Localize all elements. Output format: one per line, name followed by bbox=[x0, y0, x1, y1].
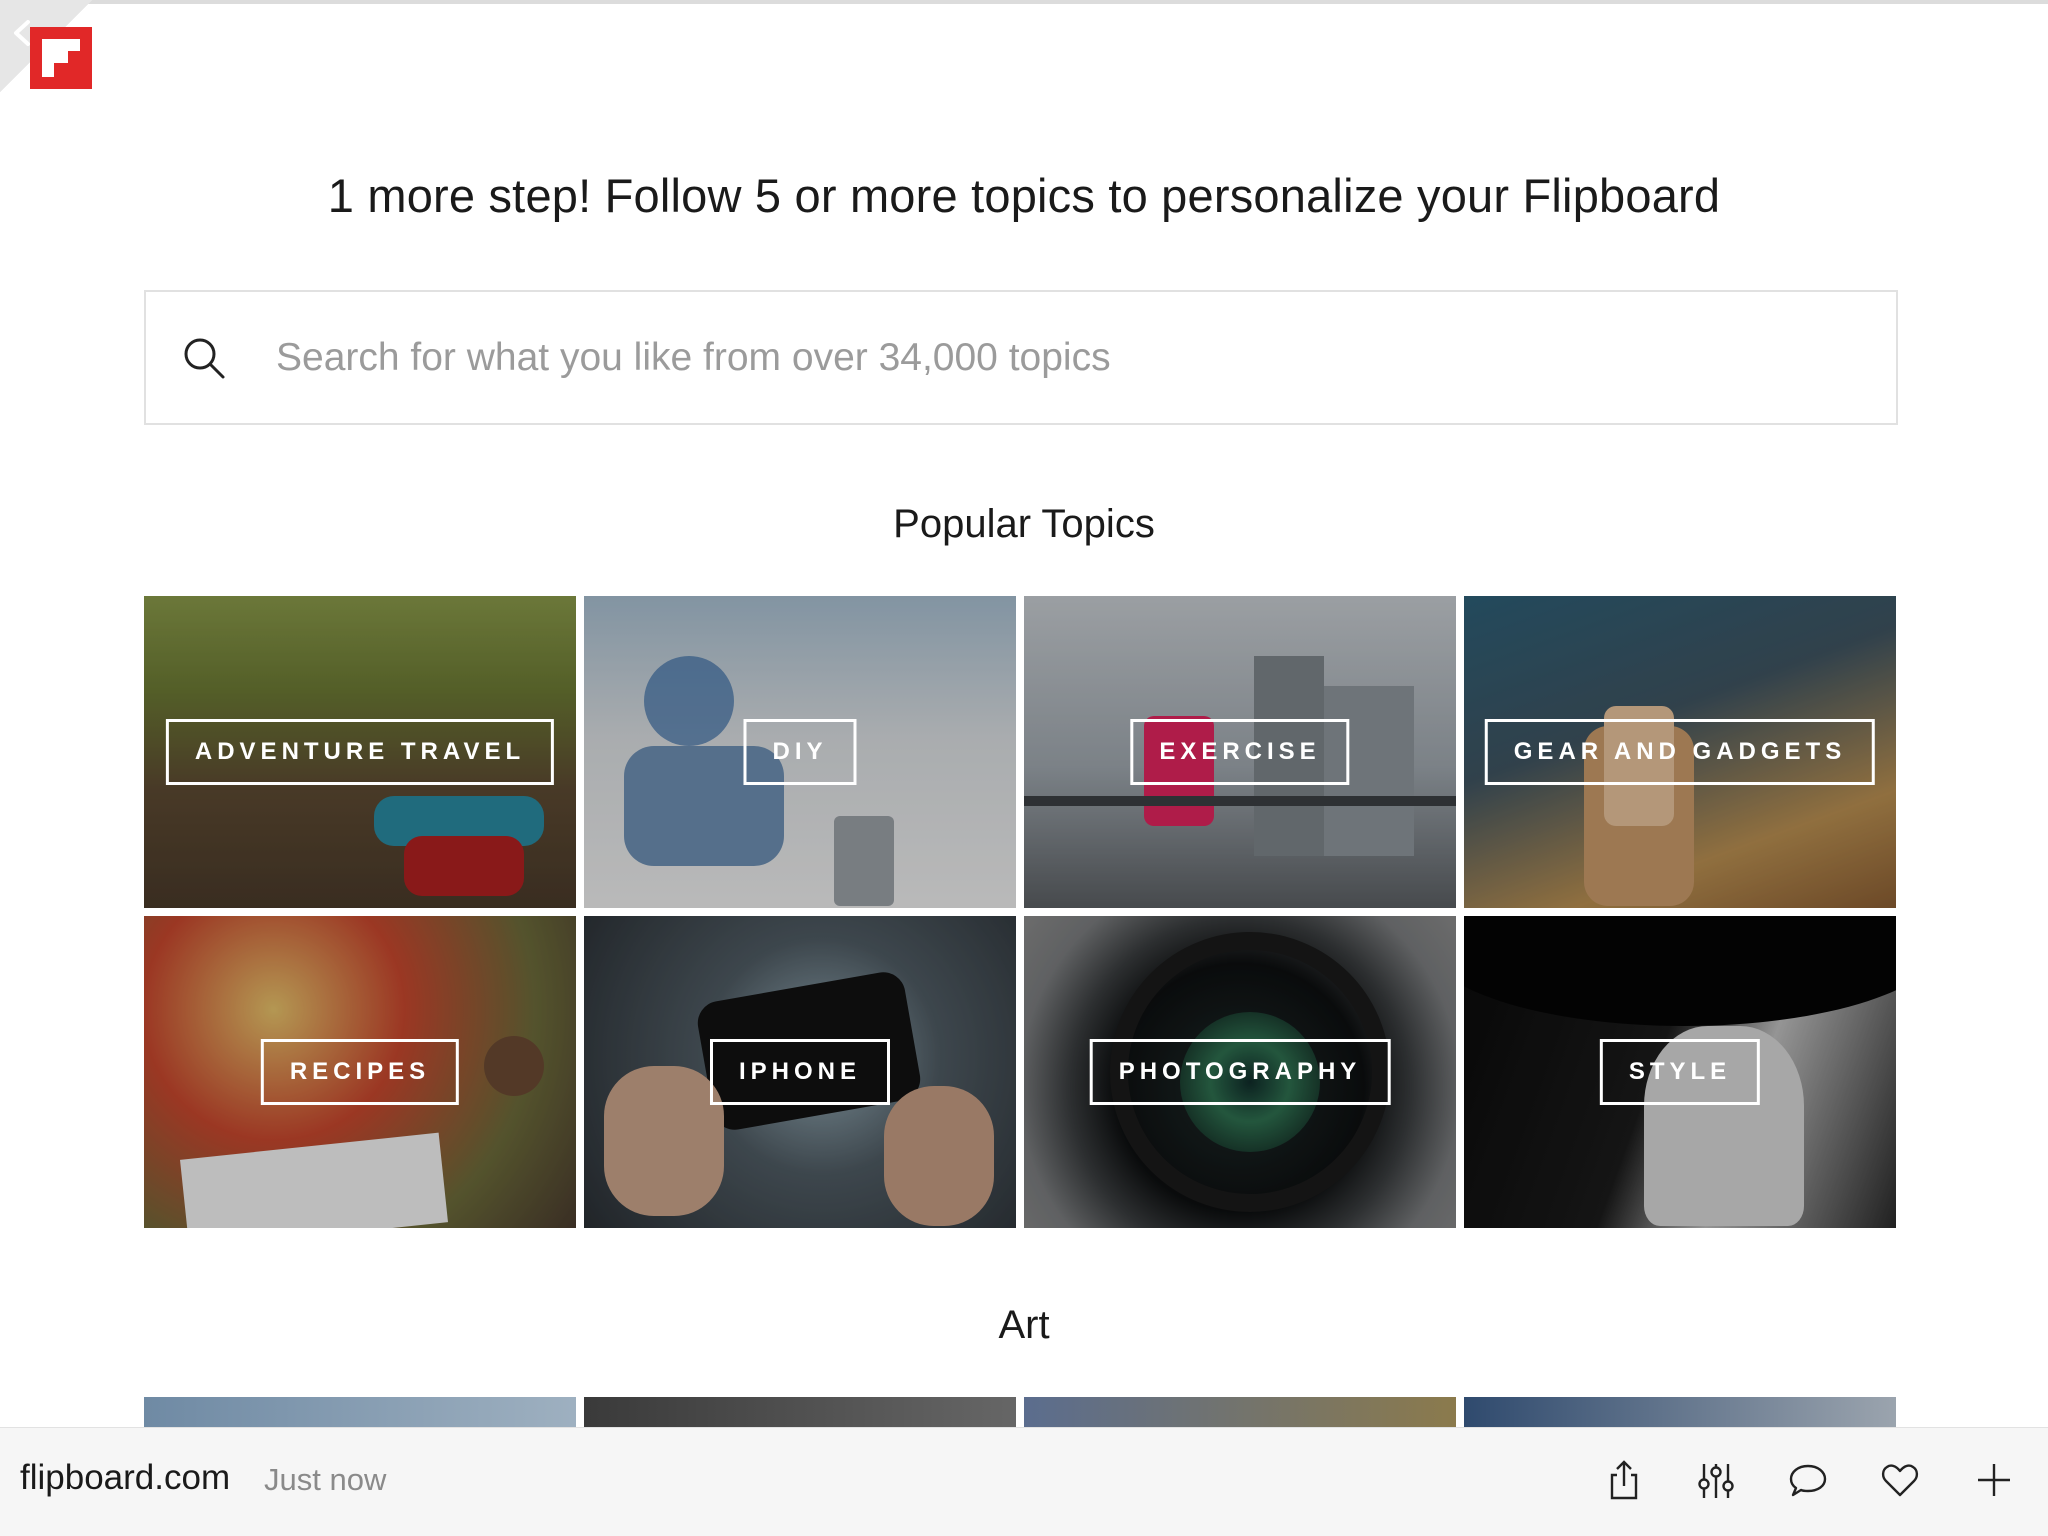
popular-topics-title: Popular Topics bbox=[893, 502, 1155, 546]
topic-label: GEAR AND GADGETS bbox=[1484, 719, 1876, 785]
flipboard-logo bbox=[30, 27, 92, 89]
topic-tile-photography[interactable]: PHOTOGRAPHY bbox=[1024, 916, 1456, 1228]
topic-tile-style[interactable]: STYLE bbox=[1464, 916, 1896, 1228]
share-icon bbox=[1610, 1460, 1638, 1500]
art-section-title: Art bbox=[998, 1303, 1050, 1347]
plus-icon bbox=[1978, 1464, 2010, 1496]
topic-label: IPHONE bbox=[709, 1039, 891, 1105]
topic-label: DIY bbox=[743, 719, 857, 785]
filter-button[interactable] bbox=[1694, 1458, 1738, 1502]
topic-tile-recipes[interactable]: RECIPES bbox=[144, 916, 576, 1228]
search-box[interactable] bbox=[144, 290, 1898, 425]
share-button[interactable] bbox=[1602, 1458, 1646, 1502]
comment-icon bbox=[1789, 1464, 1827, 1497]
top-divider bbox=[0, 0, 2048, 4]
page-headline: 1 more step! Follow 5 or more topics to … bbox=[327, 169, 1721, 222]
flipboard-logo-icon bbox=[30, 27, 92, 89]
search-input[interactable] bbox=[276, 326, 1836, 390]
art-tile[interactable] bbox=[1464, 1397, 1896, 1427]
timestamp: Just now bbox=[264, 1462, 387, 1497]
art-tile[interactable] bbox=[584, 1397, 1016, 1427]
source-domain[interactable]: flipboard.com bbox=[20, 1458, 230, 1498]
topic-tile-exercise[interactable]: EXERCISE bbox=[1024, 596, 1456, 908]
popular-topics-grid: ADVENTURE TRAVEL DIY EXERCISE GEAR AND G… bbox=[144, 596, 1896, 1228]
topic-label: STYLE bbox=[1599, 1039, 1761, 1105]
topic-tile-adventure-travel[interactable]: ADVENTURE TRAVEL bbox=[144, 596, 576, 908]
topic-label: EXERCISE bbox=[1130, 719, 1350, 785]
like-button[interactable] bbox=[1878, 1458, 1922, 1502]
topic-label: PHOTOGRAPHY bbox=[1089, 1039, 1391, 1105]
search-icon bbox=[184, 338, 225, 379]
art-topics-row bbox=[144, 1397, 1896, 1427]
art-tile[interactable] bbox=[1024, 1397, 1456, 1427]
topic-tile-diy[interactable]: DIY bbox=[584, 596, 1016, 908]
topic-tile-gear-and-gadgets[interactable]: GEAR AND GADGETS bbox=[1464, 596, 1896, 908]
art-tile[interactable] bbox=[144, 1397, 576, 1427]
topic-tile-iphone[interactable]: IPHONE bbox=[584, 916, 1016, 1228]
add-button[interactable] bbox=[1972, 1458, 2016, 1502]
bottom-toolbar: flipboard.com Just now bbox=[0, 1427, 2048, 1536]
filter-sliders-icon bbox=[1698, 1464, 1734, 1498]
heart-icon bbox=[1881, 1464, 1919, 1497]
comment-button[interactable] bbox=[1786, 1458, 1830, 1502]
topic-label: RECIPES bbox=[260, 1039, 460, 1105]
topic-label: ADVENTURE TRAVEL bbox=[165, 719, 555, 785]
